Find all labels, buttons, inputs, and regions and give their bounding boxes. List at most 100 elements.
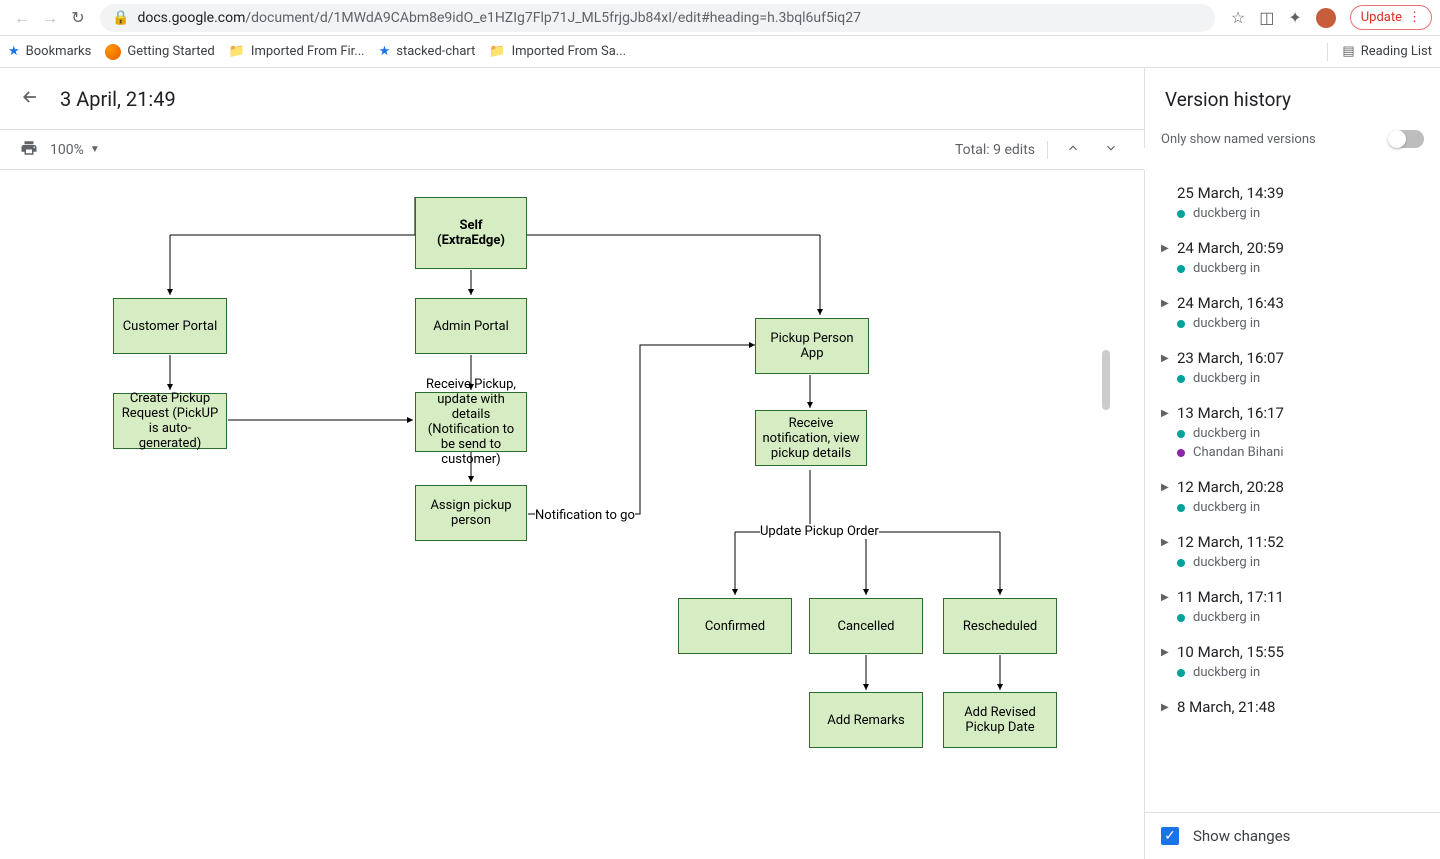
print-icon[interactable] — [20, 139, 38, 161]
version-item[interactable]: ▶ 12 March, 11:52 duckberg in — [1145, 523, 1440, 578]
version-date: 24 March, 20:59 — [1177, 239, 1284, 257]
reading-list-button[interactable]: ▤Reading List — [1342, 44, 1432, 59]
kebab-icon: ⋮ — [1408, 10, 1421, 25]
reload-button[interactable]: ↻ — [64, 4, 92, 32]
node-pickup-person-app: Pickup Person App — [755, 318, 869, 374]
named-versions-label: Only show named versions — [1161, 132, 1316, 147]
node-assign-pickup-person: Assign pickup person — [415, 485, 527, 541]
version-date: 25 March, 14:39 — [1177, 184, 1284, 202]
version-date: 12 March, 11:52 — [1177, 533, 1284, 551]
node-add-remarks: Add Remarks — [809, 692, 923, 748]
author-dot — [1177, 449, 1185, 457]
caret-icon[interactable]: ▶ — [1161, 243, 1171, 254]
version-item[interactable]: ▶8 March, 21:48 — [1145, 688, 1440, 724]
firefox-icon — [105, 44, 121, 60]
chevron-down-icon: ▼ — [90, 144, 100, 155]
node-receive-pickup: Receive Pickup, update with details (Not… — [415, 392, 527, 452]
bookmarks-bar: ★Bookmarks Getting Started 📁Imported Fro… — [0, 36, 1440, 68]
caret-icon[interactable]: ▶ — [1161, 482, 1171, 493]
version-item[interactable]: ▶23 March, 16:07duckberg in — [1145, 339, 1440, 394]
star-icon[interactable]: ☆ — [1231, 8, 1245, 27]
divider — [1327, 43, 1328, 61]
version-author: duckberg in — [1177, 555, 1424, 570]
side-panel-icon[interactable]: ◫ — [1259, 8, 1274, 27]
profile-avatar[interactable] — [1316, 8, 1336, 28]
version-author: duckberg in — [1177, 206, 1424, 221]
node-admin-portal: Admin Portal — [415, 298, 527, 354]
version-date: 11 March, 17:11 — [1177, 588, 1284, 606]
version-date: 24 March, 16:43 — [1177, 294, 1284, 312]
node-cancelled: Cancelled — [809, 598, 923, 654]
toolbar-actions: ☆ ◫ ✦ Update⋮ — [1231, 5, 1432, 30]
version-item[interactable]: ▶24 March, 20:59duckberg in — [1145, 229, 1440, 284]
folder-icon: 📁 — [489, 44, 505, 59]
version-author: duckberg in — [1177, 500, 1424, 515]
version-date: 10 March, 15:55 — [1177, 643, 1284, 661]
doc-toolbar: 100%▼ Total: 9 edits — [0, 130, 1144, 170]
bookmark-stacked-chart[interactable]: ★stacked-chart — [379, 44, 476, 59]
next-edit-button[interactable] — [1098, 137, 1124, 163]
author-dot — [1177, 375, 1185, 383]
version-author: Chandan Bihani — [1177, 445, 1424, 460]
version-item[interactable]: ▶ 11 March, 17:11 duckberg in — [1145, 578, 1440, 633]
node-confirmed: Confirmed — [678, 598, 792, 654]
zoom-select[interactable]: 100%▼ — [50, 142, 100, 158]
star-icon: ★ — [379, 44, 391, 59]
url-text: docs.google.com/document/d/1MWdA9CAbm8e9… — [137, 10, 1202, 26]
version-item[interactable]: ▶ 24 March, 16:43 duckberg in — [1145, 284, 1440, 339]
back-arrow-icon[interactable] — [20, 87, 40, 111]
version-history-panel: ▶ 25 March, 14:39 duckberg in ▶ 24 March, 20… — [1144, 170, 1440, 859]
show-changes-checkbox[interactable]: ✓ — [1161, 827, 1179, 845]
caret-icon[interactable]: ▶ — [1161, 353, 1171, 364]
forward-button[interactable]: → — [36, 4, 64, 32]
author-dot — [1177, 614, 1185, 622]
bookmark-imported-fir[interactable]: 📁Imported From Fir... — [229, 44, 365, 59]
version-author: duckberg in — [1177, 426, 1424, 441]
version-date: 13 March, 16:17 — [1177, 404, 1284, 422]
version-list[interactable]: ▶ 25 March, 14:39 duckberg in ▶ 24 March, 20… — [1145, 170, 1440, 812]
author-dot — [1177, 430, 1185, 438]
caret-icon[interactable]: ▶ — [1161, 702, 1171, 713]
prev-edit-button[interactable] — [1060, 137, 1086, 163]
browser-toolbar: ← → ↻ 🔒 docs.google.com/document/d/1MWdA… — [0, 0, 1440, 36]
diagram: Self (ExtraEdge) Customer Portal Admin P… — [0, 170, 1110, 859]
update-button[interactable]: Update⋮ — [1350, 5, 1432, 30]
caret-icon[interactable]: ▶ — [1161, 537, 1171, 548]
caret-icon[interactable]: ▶ — [1161, 647, 1171, 658]
author-dot — [1177, 559, 1185, 567]
caret-icon[interactable]: ▶ — [1161, 592, 1171, 603]
address-bar[interactable]: 🔒 docs.google.com/document/d/1MWdA9CAbm8… — [100, 4, 1215, 32]
extensions-icon[interactable]: ✦ — [1288, 8, 1301, 27]
star-icon: ★ — [8, 44, 20, 59]
scrollbar[interactable] — [1102, 350, 1110, 410]
version-author: duckberg in — [1177, 610, 1424, 625]
version-item[interactable]: ▶ 13 March, 16:17 duckberg in Chandan Bihan… — [1145, 394, 1440, 468]
folder-icon: 📁 — [229, 44, 245, 59]
named-versions-toggle[interactable] — [1388, 130, 1424, 148]
label-update-pickup-order: Update Pickup Order — [760, 524, 879, 539]
version-date: 12 March, 20:28 — [1177, 478, 1284, 496]
back-button[interactable]: ← — [8, 4, 36, 32]
label-notification-to-go: Notification to go — [535, 508, 635, 523]
version-item[interactable]: ▶ 12 March, 20:28 duckberg in — [1145, 468, 1440, 523]
node-add-revised-pickup-date: Add Revised Pickup Date — [943, 692, 1057, 748]
author-dot — [1177, 265, 1185, 273]
node-create-pickup-request: Create Pickup Request (PickUP is auto-ge… — [113, 393, 227, 449]
version-item[interactable]: ▶25 March, 14:39duckberg in — [1145, 174, 1440, 229]
version-item[interactable]: ▶ 10 March, 15:55 duckberg in — [1145, 633, 1440, 688]
author-dot — [1177, 504, 1185, 512]
caret-icon[interactable]: ▶ — [1161, 408, 1171, 419]
version-history-title: Version history — [1144, 68, 1440, 130]
caret-icon[interactable]: ▶ — [1161, 298, 1171, 309]
node-customer-portal: Customer Portal — [113, 298, 227, 354]
version-author: duckberg in — [1177, 316, 1424, 331]
document-canvas[interactable]: Self (ExtraEdge) Customer Portal Admin P… — [0, 170, 1144, 859]
bookmark-bookmarks[interactable]: ★Bookmarks — [8, 44, 91, 59]
bookmark-getting-started[interactable]: Getting Started — [105, 44, 214, 60]
version-author: duckberg in — [1177, 371, 1424, 386]
node-rescheduled: Rescheduled — [943, 598, 1057, 654]
bookmark-imported-sa[interactable]: 📁Imported From Sa... — [489, 44, 626, 59]
total-edits: Total: 9 edits — [955, 142, 1035, 158]
page-title: 3 April, 21:49 — [60, 87, 176, 111]
version-author: duckberg in — [1177, 665, 1424, 680]
